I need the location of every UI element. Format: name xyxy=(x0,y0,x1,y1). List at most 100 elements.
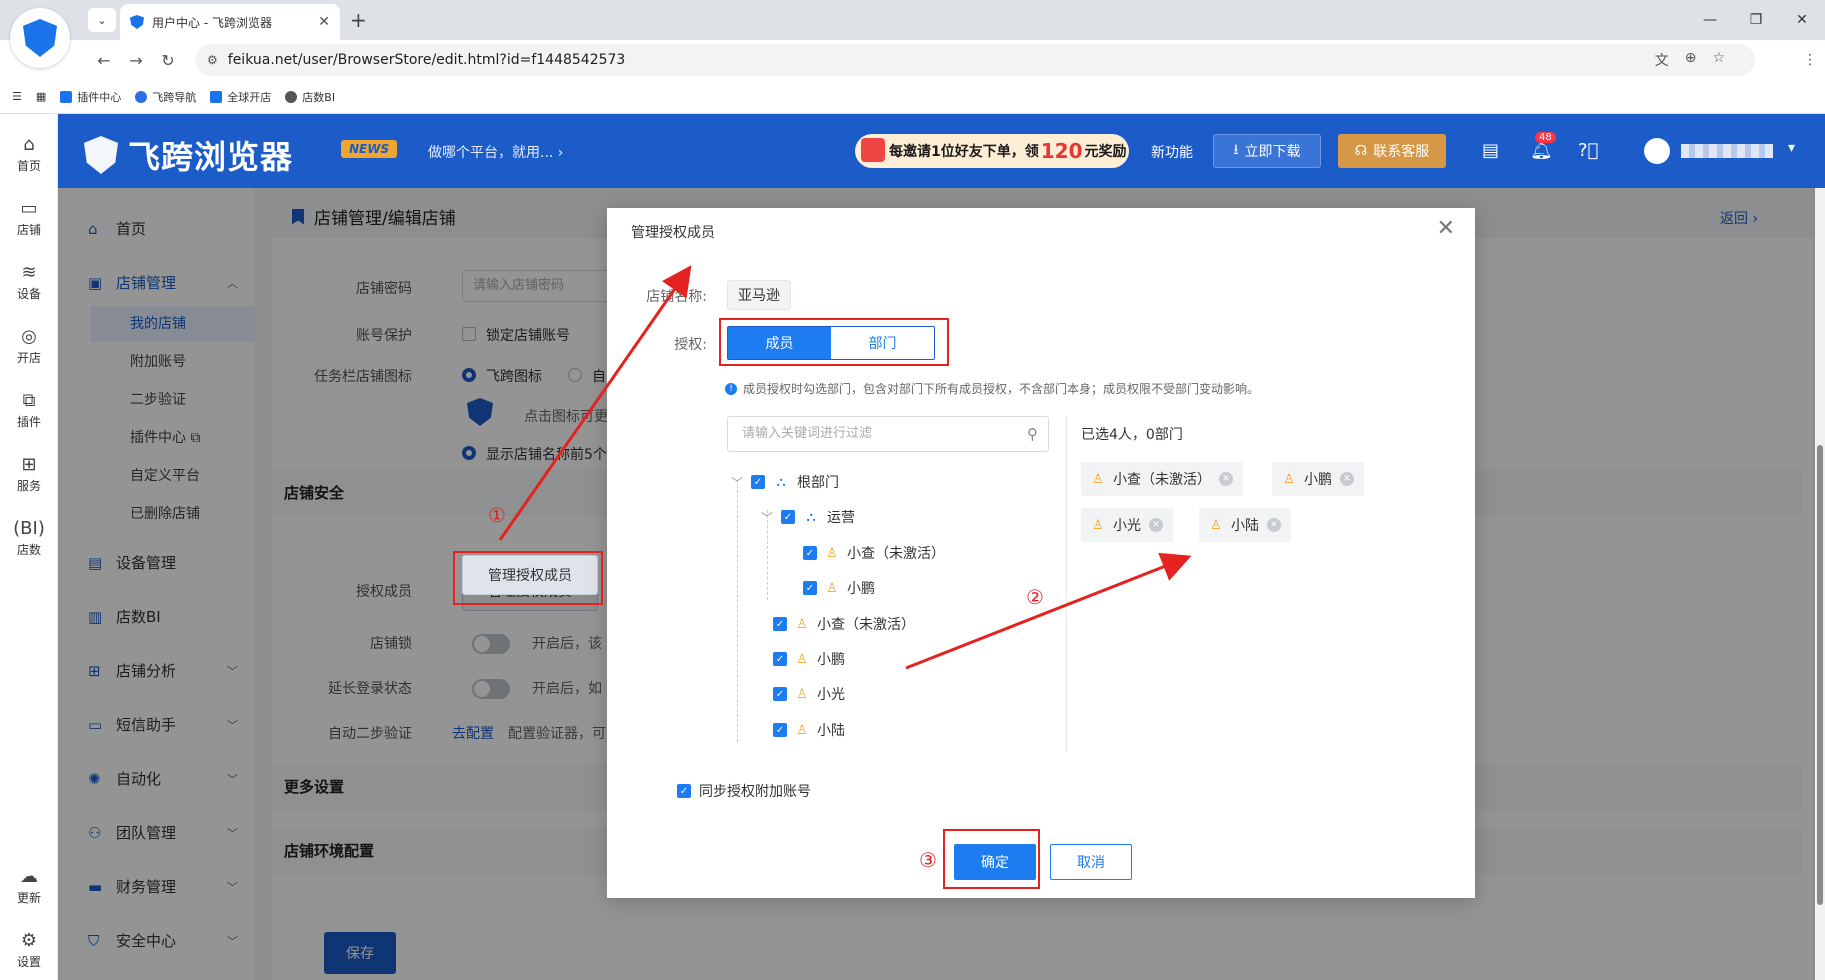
annotation-box-step1 xyxy=(453,551,603,605)
promo-amount: 120 xyxy=(1040,139,1083,163)
app-logo[interactable]: 飞跨浏览器 xyxy=(84,132,293,178)
chevron-down-icon[interactable]: ﹀ xyxy=(761,509,773,526)
annotation-step2-label: ② xyxy=(1026,585,1044,609)
tree-row-root[interactable]: ﹀ ✓ ⛬ 根部门 xyxy=(731,472,839,492)
panel-divider xyxy=(1066,416,1067,752)
chevron-down-icon[interactable]: ﹀ xyxy=(731,474,743,491)
new-features-link[interactable]: 新功能 xyxy=(1151,142,1193,162)
tree-label: 根部门 xyxy=(797,475,839,491)
service-label: 联系客服 xyxy=(1373,144,1430,160)
notes-icon[interactable]: ▤ xyxy=(1482,140,1499,161)
promo-suffix: 元奖励 xyxy=(1084,144,1127,160)
invite-promo-banner[interactable]: 每邀请1位好友下单，领 120 元奖励 xyxy=(855,134,1129,168)
site-info-icon[interactable]: ⚙ xyxy=(207,53,218,67)
sync-label: 同步授权附加账号 xyxy=(699,784,811,800)
page-scrollbar[interactable] xyxy=(1815,188,1825,980)
tree-row-ops-member[interactable]: ✓ ♙ 小鹏 xyxy=(803,578,875,598)
remove-chip-icon[interactable]: ✕ xyxy=(1219,472,1233,486)
scrollbar-thumb[interactable] xyxy=(1817,445,1823,905)
minimize-icon[interactable]: — xyxy=(1687,0,1733,40)
rail-item-services[interactable]: ⊞ 服务 xyxy=(0,454,58,494)
tree-row-root-member[interactable]: ✓ ♙ 小陆 xyxy=(773,720,845,740)
bell-icon[interactable]: 🔔︎ xyxy=(1530,140,1553,161)
remove-chip-icon[interactable]: ✕ xyxy=(1267,518,1281,532)
checkbox-checked[interactable]: ✓ xyxy=(773,687,787,701)
bookmark-global-store[interactable]: 全球开店 xyxy=(210,89,271,105)
remove-chip-icon[interactable]: ✕ xyxy=(1340,472,1354,486)
promo-prefix: 每邀请1位好友下单，领 xyxy=(889,144,1039,160)
tree-row-ops[interactable]: ﹀ ✓ ⛬ 运营 xyxy=(761,507,855,527)
grid-icon: ⊞ xyxy=(21,454,37,475)
plugin-center-icon xyxy=(60,90,73,103)
back-arrow-icon[interactable]: ← xyxy=(88,51,120,70)
member-filter-input[interactable]: 请输入关键词进行过滤 ⚲ xyxy=(727,416,1049,452)
reload-icon[interactable]: ↻ xyxy=(152,51,184,70)
translate-icon[interactable]: 文 xyxy=(1655,50,1669,70)
bookmark-feikua-nav[interactable]: 飞跨导航 xyxy=(135,89,196,105)
checkbox-checked[interactable]: ✓ xyxy=(773,723,787,737)
user-icon: ♙ xyxy=(1092,471,1104,487)
window-close-icon[interactable]: ✕ xyxy=(1779,0,1825,40)
checkbox-checked[interactable]: ✓ xyxy=(803,546,817,560)
rail-item-plugins[interactable]: ⧉ 插件 xyxy=(0,390,58,430)
rail-item-store-bi[interactable]: (BI) 店数 xyxy=(0,518,58,558)
apps-grid-icon[interactable]: ▦ xyxy=(36,90,46,103)
cancel-button[interactable]: 取消 xyxy=(1050,844,1132,880)
checkbox-checked[interactable]: ✓ xyxy=(781,510,795,524)
contact-service-button[interactable]: ☊ 联系客服 xyxy=(1338,134,1446,168)
tree-row-root-member[interactable]: ✓ ♙ 小鹏 xyxy=(773,649,845,669)
forward-arrow-icon[interactable]: → xyxy=(120,51,152,70)
tree-row-ops-member[interactable]: ✓ ♙ 小查（未激活） xyxy=(803,543,945,563)
sync-extra-accounts-row[interactable]: ✓ 同步授权附加账号 xyxy=(677,781,811,801)
user-name-redacted[interactable] xyxy=(1681,144,1773,158)
rail-item-stores[interactable]: ▭ 店铺 xyxy=(0,198,58,238)
manage-members-dialog: 管理授权成员 ✕ 店铺名称: 亚马逊 授权: 成员 部门 ! 成员授权时勾选部门，… xyxy=(607,208,1475,898)
tab-search-dropdown[interactable]: ⌄ xyxy=(88,8,116,32)
tree-row-root-member[interactable]: ✓ ♙ 小光 xyxy=(773,684,845,704)
bookmark-label: 店数BI xyxy=(302,90,336,104)
checkbox-checked[interactable]: ✓ xyxy=(803,581,817,595)
help-icon[interactable]: ?⃝ xyxy=(1578,140,1598,161)
gift-icon xyxy=(861,138,885,162)
browser-tab-active[interactable]: 用户中心 - 飞跨浏览器 ✕ xyxy=(120,4,340,40)
checkbox-checked[interactable]: ✓ xyxy=(677,784,691,798)
bookmark-star-icon[interactable]: ☆ xyxy=(1712,50,1725,70)
bookmark-plugin-center[interactable]: 插件中心 xyxy=(60,89,121,105)
browser-menu-icon[interactable]: ⋮ xyxy=(1803,52,1817,68)
user-menu-caret-icon[interactable]: ▾ xyxy=(1788,140,1795,156)
checkbox-checked[interactable]: ✓ xyxy=(751,475,765,489)
sidebar-toggle-icon[interactable]: ☰ xyxy=(12,90,22,103)
notification-badge: 48 xyxy=(1535,132,1556,143)
tree-label: 小查（未激活） xyxy=(847,546,945,562)
avatar[interactable] xyxy=(1644,138,1670,164)
tree-row-root-member[interactable]: ✓ ♙ 小查（未激活） xyxy=(773,614,915,634)
bookmarks-bar: ☰ ▦ 插件中心 飞跨导航 全球开店 店数BI xyxy=(0,80,1825,114)
address-toolbar: ← → ↻ ⚙ feikua.net/user/BrowserStore/edi… xyxy=(0,40,1825,80)
rail-item-settings[interactable]: ⚙ 设置 xyxy=(0,930,58,970)
bookmark-store-bi[interactable]: 店数BI xyxy=(285,89,335,105)
checkbox-checked[interactable]: ✓ xyxy=(773,652,787,666)
remove-chip-icon[interactable]: ✕ xyxy=(1149,518,1163,532)
restore-icon[interactable]: ❐ xyxy=(1733,0,1779,40)
new-tab-icon[interactable]: + xyxy=(350,8,367,32)
rail-item-update[interactable]: ☁ 更新 xyxy=(0,866,58,906)
rail-item-devices[interactable]: ≋ 设备 xyxy=(0,262,58,302)
download-button[interactable]: ⭳ 立即下载 xyxy=(1213,134,1321,168)
zoom-icon[interactable]: ⊕ xyxy=(1685,50,1697,70)
news-ticker[interactable]: 做哪个平台，就用... › xyxy=(428,142,563,162)
rail-item-home[interactable]: ⌂ 首页 xyxy=(0,134,58,174)
chip-label: 小鹏 xyxy=(1304,472,1332,488)
selected-summary: 已选4人，0部门 xyxy=(1081,427,1183,443)
user-icon: ♙ xyxy=(1210,517,1222,533)
tab-close-icon[interactable]: ✕ xyxy=(318,14,330,30)
cloud-update-icon: ☁ xyxy=(20,866,38,887)
tab-title: 用户中心 - 飞跨浏览器 xyxy=(152,15,272,30)
tree-guide xyxy=(737,480,738,742)
rail-label: 设置 xyxy=(16,955,41,969)
rail-item-open-store[interactable]: ◎ 开店 xyxy=(0,326,58,366)
url-bar[interactable]: ⚙ feikua.net/user/BrowserStore/edit.html… xyxy=(195,44,1755,76)
dialog-close-icon[interactable]: ✕ xyxy=(1437,216,1455,241)
user-icon: ♙ xyxy=(796,651,808,667)
checkbox-checked[interactable]: ✓ xyxy=(773,617,787,631)
rail-label: 服务 xyxy=(16,479,41,493)
